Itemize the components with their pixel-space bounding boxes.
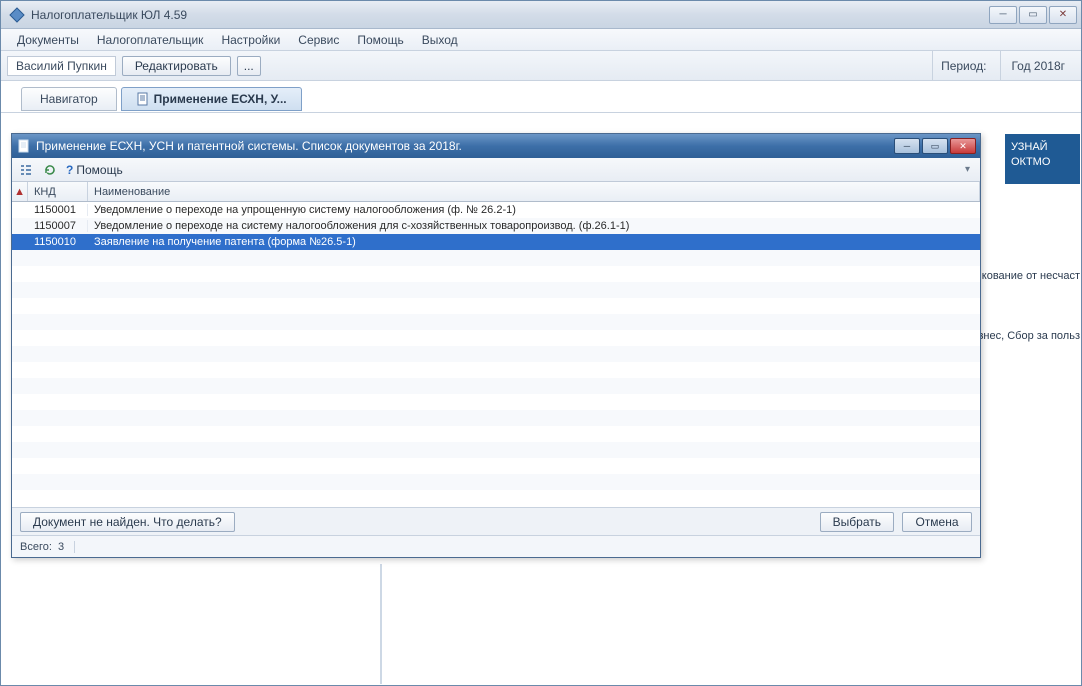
status-total-value: 3 bbox=[58, 541, 64, 553]
main-titlebar[interactable]: Налогоплательщик ЮЛ 4.59 ─ ▭ ✕ bbox=[1, 1, 1081, 29]
app-icon bbox=[9, 7, 25, 23]
status-total-label: Всего: bbox=[20, 541, 52, 553]
document-icon bbox=[136, 92, 150, 106]
child-footer: Документ не найден. Что делать? Выбрать … bbox=[12, 507, 980, 535]
child-maximize-button[interactable]: ▭ bbox=[922, 138, 948, 154]
select-button[interactable]: Выбрать bbox=[820, 512, 894, 532]
table-row-empty bbox=[12, 410, 980, 426]
table-row-empty bbox=[12, 314, 980, 330]
cell-knd: 1150007 bbox=[28, 220, 88, 232]
tab-strip: Навигатор Применение ЕСХН, У... bbox=[1, 81, 1081, 113]
child-titlebar[interactable]: Применение ЕСХН, УСН и патентной системы… bbox=[12, 134, 980, 158]
tab-eskhn[interactable]: Применение ЕСХН, У... bbox=[121, 87, 302, 111]
maximize-button[interactable]: ▭ bbox=[1019, 6, 1047, 24]
document-icon bbox=[16, 139, 32, 153]
grid-body[interactable]: 1150001Уведомление о переходе на упрощен… bbox=[12, 202, 980, 510]
cancel-button[interactable]: Отмена bbox=[902, 512, 972, 532]
table-row-empty bbox=[12, 266, 980, 282]
menu-exit[interactable]: Выход bbox=[414, 31, 466, 49]
child-title: Применение ЕСХН, УСН и патентной системы… bbox=[32, 139, 892, 153]
vertical-divider bbox=[380, 564, 382, 684]
sort-indicator-icon[interactable]: ▲ bbox=[12, 182, 28, 201]
oktmo-line1: УЗНАЙ bbox=[1011, 140, 1074, 155]
table-row-empty bbox=[12, 346, 980, 362]
help-icon: ? bbox=[66, 163, 73, 177]
minimize-button[interactable]: ─ bbox=[989, 6, 1017, 24]
table-row-empty bbox=[12, 442, 980, 458]
edit-button[interactable]: Редактировать bbox=[122, 56, 231, 76]
user-name[interactable]: Василий Пупкин bbox=[7, 56, 116, 76]
navigator-button[interactable]: Навигатор bbox=[21, 87, 117, 111]
not-found-button[interactable]: Документ не найден. Что делать? bbox=[20, 512, 235, 532]
table-row-empty bbox=[12, 474, 980, 490]
refresh-icon[interactable] bbox=[42, 162, 58, 178]
menu-help[interactable]: Помощь bbox=[349, 31, 411, 49]
table-row-empty bbox=[12, 394, 980, 410]
window-controls: ─ ▭ ✕ bbox=[989, 6, 1077, 24]
app-title: Налогоплательщик ЮЛ 4.59 bbox=[29, 8, 989, 22]
child-help-link[interactable]: ? Помощь bbox=[66, 163, 123, 177]
table-row-empty bbox=[12, 330, 980, 346]
table-row-empty bbox=[12, 250, 980, 266]
more-button[interactable]: ... bbox=[237, 56, 261, 76]
child-minimize-button[interactable]: ─ bbox=[894, 138, 920, 154]
menubar: Документы Налогоплательщик Настройки Сер… bbox=[1, 29, 1081, 51]
cell-name: Уведомление о переходе на упрощенную сис… bbox=[88, 204, 980, 216]
background-text-1: кование от несчаст bbox=[982, 270, 1080, 282]
child-toolbar: ? Помощь ▾ bbox=[12, 158, 980, 182]
tab-label: Применение ЕСХН, У... bbox=[154, 92, 287, 106]
table-row-empty bbox=[12, 298, 980, 314]
column-knd[interactable]: КНД bbox=[28, 182, 88, 201]
table-row[interactable]: 1150010Заявление на получение патента (ф… bbox=[12, 234, 980, 250]
tree-icon[interactable] bbox=[18, 162, 34, 178]
chevron-down-icon[interactable]: ▾ bbox=[961, 164, 974, 175]
oktmo-line2: ОКТМО bbox=[1011, 155, 1074, 170]
table-row[interactable]: 1150007Уведомление о переходе на систему… bbox=[12, 218, 980, 234]
column-name[interactable]: Наименование bbox=[88, 182, 980, 201]
table-row-empty bbox=[12, 362, 980, 378]
table-row[interactable]: 1150001Уведомление о переходе на упрощен… bbox=[12, 202, 980, 218]
period-value[interactable]: Год 2018г bbox=[1000, 51, 1075, 80]
table-row-empty bbox=[12, 426, 980, 442]
cell-name: Уведомление о переходе на систему налого… bbox=[88, 220, 980, 232]
background-text-2: знес, Сбор за польз bbox=[978, 330, 1080, 342]
help-label: Помощь bbox=[76, 163, 122, 177]
menu-taxpayer[interactable]: Налогоплательщик bbox=[89, 31, 212, 49]
cell-name: Заявление на получение патента (форма №2… bbox=[88, 236, 980, 248]
table-row-empty bbox=[12, 490, 980, 506]
status-total: Всего: 3 bbox=[20, 541, 75, 553]
oktmo-panel[interactable]: УЗНАЙ ОКТМО bbox=[1005, 134, 1080, 184]
child-close-button[interactable]: ✕ bbox=[950, 138, 976, 154]
menu-service[interactable]: Сервис bbox=[290, 31, 347, 49]
table-row-empty bbox=[12, 282, 980, 298]
cell-knd: 1150001 bbox=[28, 204, 88, 216]
main-window: Налогоплательщик ЮЛ 4.59 ─ ▭ ✕ Документы… bbox=[0, 0, 1082, 686]
child-window: Применение ЕСХН, УСН и патентной системы… bbox=[11, 133, 981, 558]
menu-documents[interactable]: Документы bbox=[9, 31, 87, 49]
child-statusbar: Всего: 3 bbox=[12, 535, 980, 557]
table-row-empty bbox=[12, 458, 980, 474]
menu-settings[interactable]: Настройки bbox=[213, 31, 288, 49]
cell-knd: 1150010 bbox=[28, 236, 88, 248]
close-button[interactable]: ✕ bbox=[1049, 6, 1077, 24]
table-row-empty bbox=[12, 378, 980, 394]
grid-header: ▲ КНД Наименование bbox=[12, 182, 980, 202]
period-label: Период: bbox=[932, 51, 994, 80]
main-toolbar: Василий Пупкин Редактировать ... Период:… bbox=[1, 51, 1081, 81]
